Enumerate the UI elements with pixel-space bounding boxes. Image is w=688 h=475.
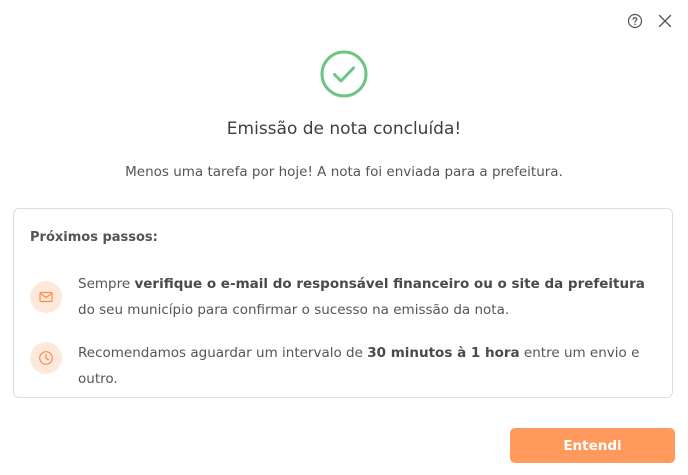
step-text-part: Recomendamos aguardar um intervalo de xyxy=(78,345,368,361)
step-text-bold: 30 minutos à 1 hora xyxy=(367,345,520,361)
dialog-title: Emissão de nota concluída! xyxy=(226,119,462,139)
confirm-button[interactable]: Entendi xyxy=(510,428,675,463)
dialog-subtitle: Menos uma tarefa por hoje! A nota foi en… xyxy=(125,164,563,180)
step-text-part: do seu município para confirmar o sucess… xyxy=(78,302,510,318)
next-steps-title: Próximos passos: xyxy=(30,230,158,245)
mail-icon xyxy=(30,281,62,313)
close-icon[interactable] xyxy=(656,12,674,30)
next-step-item: Recomendamos aguardar um intervalo de 30… xyxy=(30,340,658,392)
help-icon[interactable] xyxy=(626,12,644,30)
step-text-bold: verifique o e-mail do responsável financ… xyxy=(134,276,645,292)
next-step-item: Sempre verifique o e-mail do responsável… xyxy=(30,271,658,323)
next-step-text: Sempre verifique o e-mail do responsável… xyxy=(78,271,658,323)
success-dialog: Emissão de nota concluída! Menos uma tar… xyxy=(0,0,688,475)
clock-icon xyxy=(30,342,62,374)
next-step-text: Recomendamos aguardar um intervalo de 30… xyxy=(78,340,658,392)
step-text-part: Sempre xyxy=(78,276,135,292)
dialog-header-actions xyxy=(626,12,674,30)
check-circle-icon xyxy=(320,50,368,98)
next-steps-card: Próximos passos: Sempre verifique o e-ma… xyxy=(13,208,673,398)
